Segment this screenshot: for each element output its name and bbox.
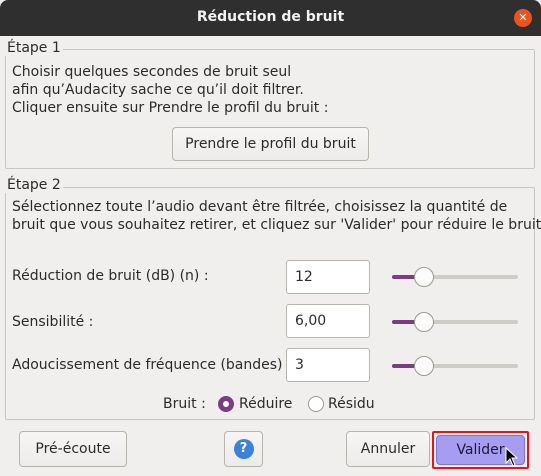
residue-radio-label[interactable]: Résidu <box>328 396 375 412</box>
step2-title: Étape 2 <box>5 177 63 193</box>
residue-radio[interactable] <box>308 396 324 412</box>
help-icon: ? <box>233 439 254 459</box>
frequency-smoothing-slider[interactable] <box>414 356 434 376</box>
frequency-smoothing-input[interactable]: 3 <box>286 348 370 382</box>
step1-instruction-line2: afin qu’Audacity sache ce qu’il doit fil… <box>12 82 304 98</box>
help-button[interactable]: ? <box>224 431 263 467</box>
step2-instruction-line2: bruit que vous souhaitez retirer, et cli… <box>12 217 541 233</box>
reduce-radio-label[interactable]: Réduire <box>239 396 292 412</box>
sensitivity-input[interactable]: 6,00 <box>286 304 370 338</box>
reduce-radio[interactable] <box>218 396 234 412</box>
close-icon[interactable]: ✕ <box>514 9 532 27</box>
noise-reduction-slider[interactable] <box>414 267 434 287</box>
noise-reduction-input[interactable]: 12 <box>286 260 370 294</box>
window-title: Réduction de bruit <box>196 9 345 25</box>
step1-instruction-line3: Cliquer ensuite sur Prendre le profil du… <box>12 100 329 116</box>
sensitivity-slider[interactable] <box>414 312 434 332</box>
get-noise-profile-button[interactable]: Prendre le profil du bruit <box>172 127 369 161</box>
sensitivity-label: Sensibilité : <box>12 314 94 330</box>
step2-instruction-line1: Sélectionnez toute l’audio devant être f… <box>12 199 508 215</box>
title-bar: Réduction de bruit ✕ <box>0 0 541 36</box>
step1-instruction-line1: Choisir quelques secondes de bruit seul <box>12 64 292 80</box>
noise-reduction-label: Réduction de bruit (dB) (n) : <box>12 268 209 284</box>
cancel-button[interactable]: Annuler <box>346 431 430 467</box>
noise-label: Bruit : <box>163 396 206 412</box>
preview-button[interactable]: Pré-écoute <box>19 431 127 467</box>
mouse-pointer-icon <box>505 447 519 467</box>
step1-title: Étape 1 <box>5 40 63 56</box>
frequency-smoothing-label: Adoucissement de fréquence (bandes) : <box>12 357 292 373</box>
